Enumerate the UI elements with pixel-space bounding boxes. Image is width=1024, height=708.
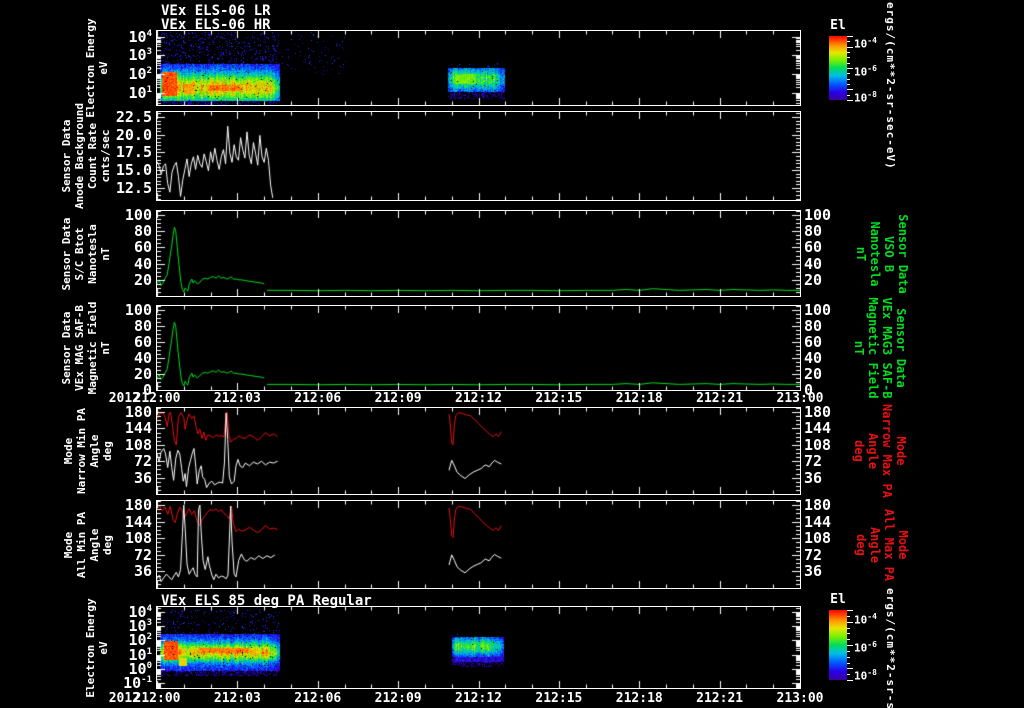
colorbar-tick-label: 10-4 — [854, 36, 877, 51]
colorbar-tick — [847, 46, 853, 48]
colorbar — [829, 610, 847, 680]
axis-label-line: Mode — [896, 530, 910, 559]
x-tick-label: 213:00 — [776, 691, 824, 706]
colorbar-tick — [847, 668, 853, 670]
x-tick-label: 213:00 — [776, 391, 824, 406]
x-tick-label: 212:06 — [294, 691, 342, 706]
colorbar-tick — [847, 68, 853, 69]
plot-frame-sc_btot — [156, 210, 801, 297]
colorbar-tick — [847, 633, 850, 635]
x-tick-label: 212:03 — [213, 691, 261, 706]
exponent: 0 — [146, 660, 152, 671]
colorbar-tick — [847, 89, 853, 91]
colorbar-tick-label: 10-8 — [854, 668, 877, 683]
exponent: 4 — [146, 603, 152, 614]
axis-label-line: All Max PA — [882, 508, 896, 581]
colorbar-tick — [847, 662, 850, 664]
x-tick-label: 212:15 — [535, 391, 583, 406]
plot-canvas-els_spectrogram_top — [157, 31, 800, 105]
colorbar-tick — [847, 650, 850, 652]
x-tick-label: 212:03 — [213, 391, 261, 406]
exponent: 1 — [146, 646, 152, 657]
exponent: 2 — [146, 632, 152, 643]
exponent: -6 — [867, 64, 877, 73]
colorbar-tick — [847, 615, 850, 617]
x-tick-label: 212:18 — [615, 691, 663, 706]
colorbar-tick — [847, 78, 850, 80]
x-tick-label: 212:00 — [133, 691, 181, 706]
colorbar-tick — [847, 656, 850, 658]
x-tick-label: 212:15 — [535, 691, 583, 706]
y-tick-label: 180 — [804, 496, 832, 515]
plot-canvas-els_spectrogram_bottom — [157, 607, 800, 688]
plot-frame-vex_mag — [156, 305, 801, 391]
colorbar-tick-label: 10-4 — [854, 612, 877, 627]
y-tick-label: 36 — [804, 562, 823, 581]
colorbar-tick — [847, 41, 850, 43]
colorbar-tick — [847, 627, 850, 629]
colorbar-tick — [847, 73, 850, 75]
colorbar-tick — [847, 645, 853, 646]
plot-frame-anode_background — [156, 111, 801, 201]
exponent: -6 — [867, 640, 877, 649]
colorbar-tick — [847, 84, 850, 85]
exponent: -4 — [867, 612, 877, 621]
colorbar-tick — [847, 57, 850, 59]
x-tick-label: 212:06 — [294, 391, 342, 406]
plot-canvas-all_pa — [157, 501, 800, 588]
plot-frame-all_pa — [156, 500, 801, 589]
exponent: -1 — [141, 675, 152, 686]
x-tick-label: 212:12 — [455, 691, 502, 706]
exponent: 3 — [146, 618, 152, 629]
exponent: -8 — [867, 90, 877, 99]
colorbar-title-bottom: El — [830, 592, 846, 607]
colorbar-tick — [847, 62, 850, 64]
y-tick-label: 108 — [804, 529, 832, 548]
plot-canvas-vex_mag — [157, 306, 800, 390]
colorbar-tick — [847, 610, 853, 611]
plot-frame-els_spectrogram_top — [156, 30, 801, 106]
y-tick-label: 144 — [804, 512, 832, 531]
axis-label-line: Electron Energy — [84, 597, 97, 698]
x-tick-label: 212:18 — [615, 391, 663, 406]
exponent: -4 — [867, 36, 877, 45]
plot-canvas-anode_background — [157, 112, 800, 200]
x-tick-label: 212:21 — [696, 391, 744, 406]
colorbar-tick — [847, 52, 850, 53]
axis-label-line: eV — [97, 640, 110, 655]
colorbar-tick — [847, 680, 853, 681]
colorbar-tick — [847, 100, 853, 101]
colorbar-tick — [847, 94, 850, 96]
plot-frame-narrow_pa — [156, 407, 801, 495]
x-tick-label: 212:12 — [455, 391, 502, 406]
colorbar-tick — [847, 674, 850, 676]
y-tick-label: 72 — [804, 545, 823, 564]
plot-canvas-narrow_pa — [157, 408, 800, 494]
x-tick-label: 212:09 — [374, 691, 422, 706]
colorbar-tick — [847, 621, 853, 623]
x-tick-label: 212:00 — [133, 391, 181, 406]
colorbar-tick-label: 10-8 — [854, 90, 877, 105]
colorbar-title-top: El — [830, 18, 846, 33]
exponent: -8 — [867, 668, 877, 677]
colorbar-tick-label: 10-6 — [854, 64, 877, 79]
exponent: 2 — [146, 66, 152, 77]
left-axis-label-els_spectrogram_bottom: Electron Energy eV — [84, 498, 110, 708]
plot-stage: VEx ELS-06 LR VEx ELS-06 HR VEx ELS 85 d… — [0, 0, 1024, 708]
axis-label-line: Mode — [62, 531, 75, 558]
x-tick-label: 212:09 — [374, 391, 422, 406]
plot-frame-els_spectrogram_bottom — [156, 606, 801, 689]
plot-canvas-sc_btot — [157, 211, 800, 296]
colorbar-tick-label: 10-6 — [854, 640, 877, 655]
exponent: 1 — [146, 84, 152, 95]
colorbar — [829, 36, 847, 100]
colorbar-tick — [847, 639, 850, 641]
exponent: 4 — [146, 28, 152, 39]
x-tick-label: 212:21 — [696, 691, 744, 706]
exponent: 3 — [146, 47, 152, 58]
colorbar-tick — [847, 36, 853, 37]
